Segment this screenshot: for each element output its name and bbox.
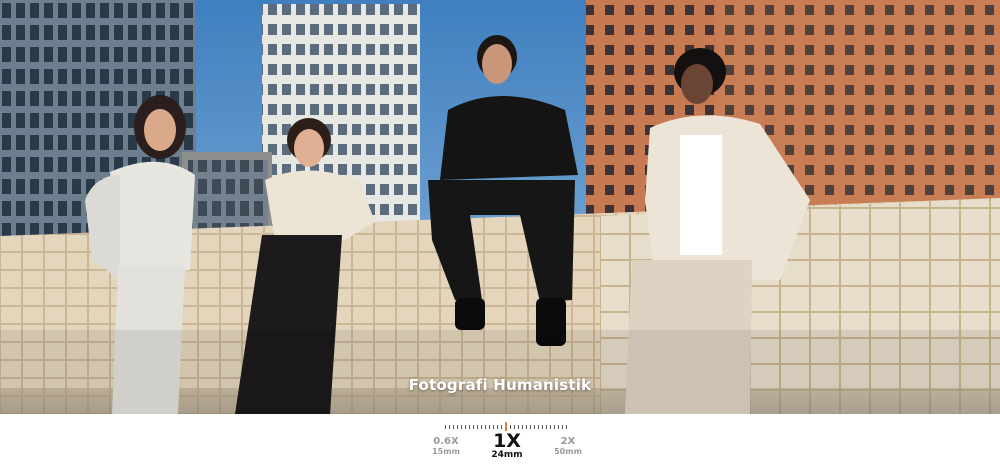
zoom-option-focal: 15mm: [432, 447, 460, 456]
zoom-selector[interactable]: 0.6X 15mm 1X 24mm 2X 50mm: [0, 414, 1000, 468]
zoom-option-1x[interactable]: 1X 24mm: [481, 430, 533, 461]
zoom-option-2x[interactable]: 2X 50mm: [542, 436, 594, 456]
zoom-option-focal: 50mm: [554, 447, 582, 456]
zoom-option-label: 1X: [493, 430, 521, 452]
zoom-option-focal: 24mm: [491, 450, 523, 460]
zoom-option-label: 2X: [560, 436, 576, 447]
photo-caption: Fotografi Humanistik: [408, 376, 592, 394]
camera-sample-stage: Fotografi Humanistik 0.6X 15mm 1X 24mm 2…: [0, 0, 1000, 468]
photo-scene: [0, 0, 1000, 414]
sample-photo: [0, 0, 1000, 414]
zoom-option-0-6x[interactable]: 0.6X 15mm: [420, 436, 472, 456]
zoom-option-label: 0.6X: [433, 436, 459, 447]
